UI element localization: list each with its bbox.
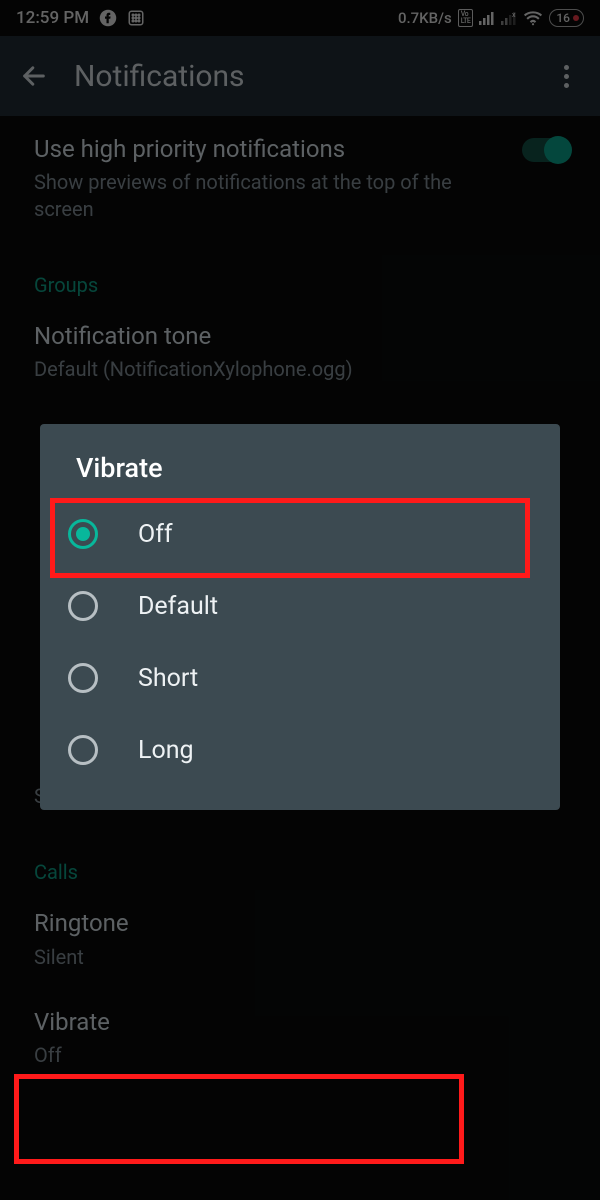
option-long[interactable]: Long <box>40 714 560 786</box>
high-priority-row[interactable]: Use high priority notifications Show pre… <box>0 120 600 239</box>
wifi-icon <box>523 10 543 26</box>
net-speed: 0.7KB/s <box>398 9 452 27</box>
radio-icon <box>68 663 98 693</box>
option-label: Default <box>138 592 218 621</box>
svg-text:x: x <box>512 11 516 19</box>
signal-1-icon <box>479 11 495 25</box>
app-bar: Notifications <box>0 36 600 116</box>
dialog-title: Vibrate <box>40 452 560 498</box>
setting-title: Use high priority notifications <box>34 134 566 165</box>
setting-title: Vibrate <box>34 1007 566 1038</box>
option-label: Off <box>138 520 173 549</box>
toggle-switch[interactable] <box>522 138 570 162</box>
section-groups: Groups <box>0 239 600 307</box>
setting-title: Notification tone <box>34 321 566 352</box>
back-button[interactable] <box>14 56 54 96</box>
status-time: 12:59 PM <box>16 8 89 28</box>
option-label: Long <box>138 736 194 765</box>
setting-desc: Silent <box>34 944 566 971</box>
overflow-menu-button[interactable] <box>546 56 586 96</box>
vibrate-row[interactable]: Vibrate Off <box>0 987 600 1085</box>
radio-selected-icon <box>68 519 98 549</box>
vibrate-dialog: Vibrate Off Default Short Long <box>40 424 560 810</box>
radio-icon <box>68 735 98 765</box>
page-title: Notifications <box>74 59 245 94</box>
section-calls: Calls <box>0 826 600 894</box>
grid-icon <box>127 9 145 27</box>
setting-desc: Default (NotificationXylophone.ogg) <box>34 356 566 383</box>
status-bar: 12:59 PM 0.7KB/s VoLTE x 16 <box>0 0 600 36</box>
radio-icon <box>68 591 98 621</box>
option-label: Short <box>138 664 198 693</box>
facebook-icon <box>99 9 117 27</box>
battery-icon: 16 <box>549 9 584 27</box>
option-short[interactable]: Short <box>40 642 560 714</box>
setting-desc: Show previews of notifications at the to… <box>34 169 566 223</box>
notification-tone-row[interactable]: Notification tone Default (NotificationX… <box>0 307 600 399</box>
volte-icon: VoLTE <box>458 9 474 27</box>
setting-desc: Off <box>34 1042 566 1069</box>
option-default[interactable]: Default <box>40 570 560 642</box>
highlight-box-vibrate-row <box>14 1074 464 1164</box>
signal-2-icon: x <box>501 11 517 25</box>
setting-title: Ringtone <box>34 908 566 939</box>
option-off[interactable]: Off <box>40 498 560 570</box>
ringtone-row[interactable]: Ringtone Silent <box>0 894 600 986</box>
